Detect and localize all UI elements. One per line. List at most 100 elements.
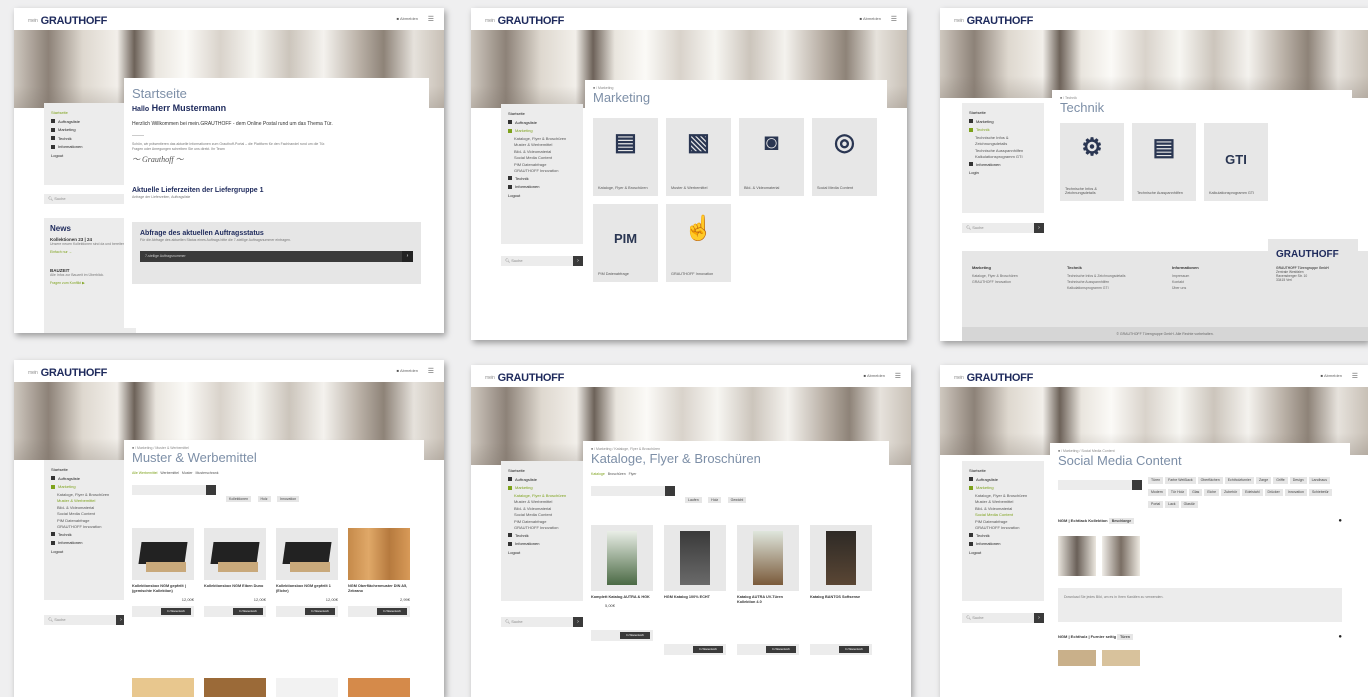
search-button[interactable] <box>1132 480 1142 490</box>
sidebar-item-startseite[interactable]: Startseite <box>51 109 129 118</box>
tile-muster[interactable]: ▧ Muster & Werbemittel <box>666 118 731 196</box>
sidebar-item-auftragsliste[interactable]: Auftragsliste <box>969 476 1037 485</box>
sidebar-item-marketing[interactable]: Marketing <box>508 484 576 493</box>
tile-pim[interactable]: PIM PIM Datenabfrage <box>593 204 658 282</box>
footer-link[interactable]: GRAUTHOFF Innovation <box>972 280 1018 284</box>
grauthoff-logo[interactable]: mein GRAUTHOFF <box>954 372 1033 384</box>
account-link[interactable]: Abmelden <box>864 373 885 378</box>
sidebar-item-informationen[interactable]: Informationen <box>969 161 1037 170</box>
search-box[interactable]: 🔍︎ Suche › <box>44 194 136 204</box>
filter-chip[interactable]: Türen <box>1148 477 1164 484</box>
product-card[interactable]: Kollektionsbox NGM gepfeilt | (gemischte… <box>132 528 194 617</box>
section-tag[interactable]: Türen <box>1117 634 1133 640</box>
tile-innovation[interactable]: ☝ GRAUTHOFF Innovation <box>666 204 731 282</box>
footer-link[interactable]: Kalkulationsprogramm GTI <box>1067 286 1126 290</box>
add-to-cart-button[interactable]: In Warenkorb <box>233 608 263 615</box>
product-card[interactable]: NGM Oberflächenmuster DIN A5, Zebrano 2,… <box>348 528 410 617</box>
filter-chip[interactable]: Design <box>1289 477 1307 484</box>
sidebar-item-marketing[interactable]: Marketing <box>51 126 129 135</box>
filter-chip[interactable]: Holz <box>708 497 722 503</box>
sidebar-subitem[interactable]: Technische Infos & Zeichnungsdetails <box>969 135 1029 148</box>
filter-chip[interactable]: Tür Holz <box>1167 489 1188 496</box>
filter-chip[interactable]: Farbe Weißlack <box>1165 477 1196 484</box>
search-button[interactable]: › <box>1034 223 1044 233</box>
news-item-link[interactable]: Einfach nur → <box>50 250 130 254</box>
sidebar-item-logout[interactable]: Logout <box>51 548 119 557</box>
filter-tab[interactable]: Alle Werbemittel <box>132 471 157 475</box>
add-to-cart-button[interactable]: In Warenkorb <box>305 608 335 615</box>
filter-chip[interactable]: Echtholzfurnier <box>1224 477 1255 484</box>
account-link[interactable]: Abmelden <box>1321 373 1342 378</box>
status-submit-button[interactable]: › <box>402 251 413 262</box>
filter-tab[interactable]: Kataloge <box>591 472 605 476</box>
footer-link[interactable]: Über uns <box>1172 286 1199 290</box>
grauthoff-logo[interactable]: mein GRAUTHOFF <box>28 15 107 27</box>
filter-chip[interactable]: Modern <box>1148 489 1166 496</box>
sidebar-item-login[interactable]: Login <box>969 169 1037 178</box>
filter-chip[interactable]: Zarge <box>1256 477 1272 484</box>
filter-chip[interactable]: Portal <box>1148 501 1164 508</box>
status-input[interactable]: 7-stellige Auftragsnummer › <box>140 251 413 262</box>
sidebar-item-auftragsliste[interactable]: Auftragsliste <box>508 119 576 128</box>
search-button[interactable] <box>206 485 216 495</box>
product-card[interactable]: Komplett Katalog AUTRA & HGK 5,00€ In Wa… <box>591 525 653 641</box>
sidebar-item-startseite[interactable]: Startseite <box>969 109 1037 118</box>
filter-tab[interactable]: Musterschrank <box>196 471 219 475</box>
sidebar-item-logout[interactable]: Logout <box>51 152 129 161</box>
add-to-cart-button[interactable]: In Warenkorb <box>693 646 723 653</box>
filter-tab[interactable]: Muster <box>182 471 193 475</box>
filter-chip[interactable]: Innovation <box>1284 489 1307 496</box>
add-to-cart-button[interactable]: In Warenkorb <box>839 646 869 653</box>
filter-chip[interactable]: Oberflächen <box>1197 477 1223 484</box>
menu-icon[interactable]: ☰ <box>895 372 901 380</box>
sidebar-item-technik[interactable]: Technik <box>51 135 129 144</box>
account-link[interactable]: Abmelden <box>397 16 418 21</box>
sidebar-item-startseite[interactable]: Startseite <box>51 466 119 475</box>
search-box[interactable]: 🔍︎ Suche › <box>44 615 126 625</box>
sidebar-item-marketing[interactable]: Marketing <box>508 127 576 136</box>
add-to-cart-button[interactable]: In Warenkorb <box>161 608 191 615</box>
grauthoff-logo[interactable]: mein GRAUTHOFF <box>485 372 564 384</box>
menu-icon[interactable]: ☰ <box>891 15 897 23</box>
footer-link[interactable]: Kontakt <box>1172 280 1199 284</box>
search-input[interactable] <box>132 485 216 495</box>
sidebar-item-informationen[interactable]: Informationen <box>51 539 119 548</box>
search-box[interactable]: 🔍︎ Suche › <box>501 256 583 266</box>
search-box[interactable]: 🔍︎ Suche › <box>962 223 1044 233</box>
menu-icon[interactable]: ☰ <box>1352 372 1358 380</box>
sidebar-item-informationen[interactable]: Informationen <box>51 143 129 152</box>
sidebar-item-technik[interactable]: Technik <box>51 531 119 540</box>
filter-chip[interactable]: Eiche <box>1204 489 1220 496</box>
grauthoff-logo[interactable]: mein GRAUTHOFF <box>954 15 1033 27</box>
section-tag[interactable]: Beschlaege <box>1108 518 1135 524</box>
footer-link[interactable]: Technische Ausspannhilfen <box>1067 280 1126 284</box>
sidebar-item-technik[interactable]: Technik <box>508 175 576 184</box>
add-to-cart-button[interactable]: In Warenkorb <box>620 632 650 639</box>
search-box[interactable]: 🔍︎ Suche › <box>501 617 583 627</box>
sidebar-item-technik[interactable]: Technik <box>508 532 576 541</box>
sidebar-item-auftragsliste[interactable]: Auftragsliste <box>51 475 119 484</box>
sidebar-item-informationen[interactable]: Informationen <box>508 183 576 192</box>
tile-kataloge[interactable]: ▤ Kataloge, Flyer & Broschüren <box>593 118 658 196</box>
search-input[interactable] <box>591 486 675 496</box>
social-image[interactable] <box>1102 536 1140 576</box>
news-item-link[interactable]: Fragen zum Konflikt ▶ <box>50 281 130 285</box>
filter-chip[interactable]: Edelstahl <box>1242 489 1263 496</box>
filter-chip[interactable]: Innovation <box>277 496 300 502</box>
filter-chip[interactable]: Gewicht <box>727 497 747 503</box>
search-input[interactable] <box>1058 480 1142 490</box>
filter-tab[interactable]: Werbemittel <box>160 471 179 475</box>
sidebar-item-marketing[interactable]: Marketing <box>969 484 1037 493</box>
account-link[interactable]: Abmelden <box>397 368 418 373</box>
product-card[interactable]: HGM Katalog 100% ECHT In Warenkorb <box>664 525 726 655</box>
sidebar-item-auftragsliste[interactable]: Auftragsliste <box>51 118 129 127</box>
social-image[interactable] <box>1058 536 1096 576</box>
menu-icon[interactable]: ☰ <box>428 15 434 23</box>
social-image[interactable] <box>1102 650 1140 666</box>
tile-social-media[interactable]: ◎ Social Media Content <box>812 118 877 196</box>
menu-icon[interactable]: ☰ <box>428 367 434 375</box>
sidebar-item-logout[interactable]: Logout <box>508 549 576 558</box>
search-button[interactable]: › <box>573 256 583 266</box>
filter-chip[interactable]: Griffe <box>1273 477 1288 484</box>
filter-tab[interactable]: Flyer <box>629 472 637 476</box>
